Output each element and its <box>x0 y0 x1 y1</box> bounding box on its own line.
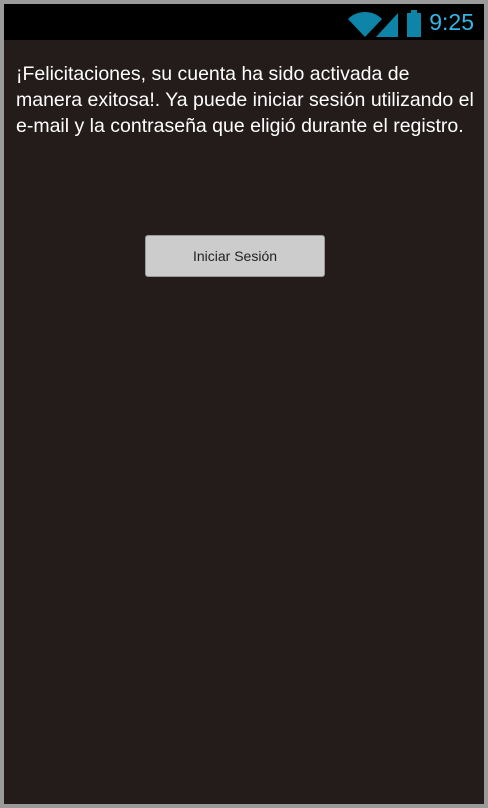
status-bar: 9:25 <box>4 4 484 40</box>
battery-icon <box>407 10 421 37</box>
signal-icon <box>376 13 398 37</box>
app-screen: 9:25 ¡Felicitaciones, su cuenta ha sido … <box>4 4 484 804</box>
login-button[interactable]: Iniciar Sesión <box>145 235 325 277</box>
status-icons <box>348 10 421 37</box>
wifi-icon <box>348 11 382 37</box>
activation-message: ¡Felicitaciones, su cuenta ha sido activ… <box>16 63 474 137</box>
clock: 9:25 <box>429 9 474 35</box>
